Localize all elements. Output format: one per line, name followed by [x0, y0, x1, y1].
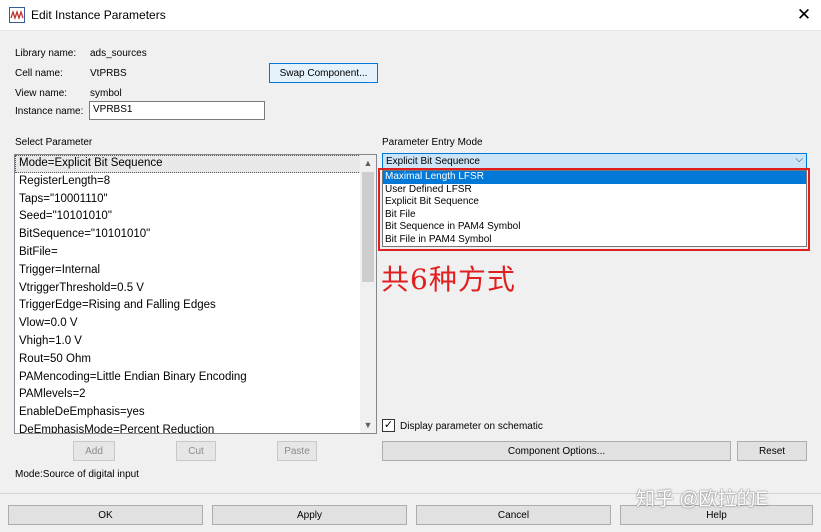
swap-component-button[interactable]: Swap Component... [269, 63, 378, 83]
parameter-item-bitsequence[interactable]: BitSequence="10101010" [15, 226, 361, 244]
parameter-item-enabledeemphasis[interactable]: EnableDeEmphasis=yes [15, 404, 361, 422]
view-name-value: symbol [90, 88, 122, 99]
parameter-item-seed[interactable]: Seed="10101010" [15, 208, 361, 226]
view-name-label: View name: [15, 88, 68, 99]
library-name-label: Library name: [15, 48, 77, 59]
waveform-app-icon [9, 7, 25, 23]
parameter-list[interactable]: Mode=Explicit Bit Sequence RegisterLengt… [14, 154, 377, 434]
watermark-text: 知乎 @欧拉的E [636, 489, 769, 510]
ok-button[interactable]: OK [8, 505, 203, 525]
reset-button[interactable]: Reset [737, 441, 807, 461]
parameter-item-bitfile[interactable]: BitFile= [15, 244, 361, 262]
select-parameter-heading: Select Parameter [15, 137, 93, 148]
parameter-item-vhigh[interactable]: Vhigh=1.0 V [15, 333, 361, 351]
parameter-item-triggeredge[interactable]: TriggerEdge=Rising and Falling Edges [15, 297, 361, 315]
entry-mode-selected-value: Explicit Bit Sequence [386, 156, 480, 167]
parameter-item-vtriggerthreshold[interactable]: VtriggerThreshold=0.5 V [15, 280, 361, 298]
parameter-list-scrollbar[interactable]: ▲ ▼ [360, 155, 376, 433]
cancel-button[interactable]: Cancel [416, 505, 611, 525]
parameter-item-mode[interactable]: Mode=Explicit Bit Sequence [15, 155, 361, 173]
cut-button[interactable]: Cut [176, 441, 216, 461]
chevron-down-icon[interactable]: ⌵ [795, 154, 803, 165]
library-name-value: ads_sources [90, 48, 147, 59]
parameter-item-taps[interactable]: Taps="10001110" [15, 191, 361, 209]
instance-name-label: Instance name: [15, 106, 84, 117]
parameter-item-registerlength[interactable]: RegisterLength=8 [15, 173, 361, 191]
window-title: Edit Instance Parameters [31, 8, 166, 22]
parameter-item-deemphasismode[interactable]: DeEmphasisMode=Percent Reduction [15, 422, 361, 433]
component-options-button[interactable]: Component Options... [382, 441, 731, 461]
annotation-highlight-frame [378, 168, 810, 251]
parameter-item-rout[interactable]: Rout=50 Ohm [15, 351, 361, 369]
paste-button[interactable]: Paste [277, 441, 317, 461]
cell-name-value: VtPRBS [90, 68, 127, 79]
parameter-entry-mode-heading: Parameter Entry Mode [382, 137, 483, 148]
scroll-down-icon[interactable]: ▼ [360, 417, 376, 433]
parameter-item-pamlevels[interactable]: PAMlevels=2 [15, 386, 361, 404]
display-parameter-label: Display parameter on schematic [400, 421, 543, 432]
add-button[interactable]: Add [73, 441, 115, 461]
parameter-description: Mode:Source of digital input [15, 469, 139, 480]
parameter-item-pamencoding[interactable]: PAMencoding=Little Endian Binary Encodin… [15, 369, 361, 387]
scrollbar-thumb[interactable] [362, 172, 374, 282]
checkmark-icon: ✓ [383, 419, 394, 431]
scroll-up-icon[interactable]: ▲ [360, 155, 376, 171]
close-icon[interactable]: ✕ [790, 3, 818, 27]
cell-name-label: Cell name: [15, 68, 63, 79]
apply-button[interactable]: Apply [212, 505, 407, 525]
parameter-item-vlow[interactable]: Vlow=0.0 V [15, 315, 361, 333]
annotation-text: 共6种方式 [381, 263, 516, 296]
instance-name-input[interactable]: VPRBS1 [89, 101, 265, 120]
parameter-item-trigger[interactable]: Trigger=Internal [15, 262, 361, 280]
display-parameter-checkbox[interactable]: ✓ [382, 419, 395, 432]
